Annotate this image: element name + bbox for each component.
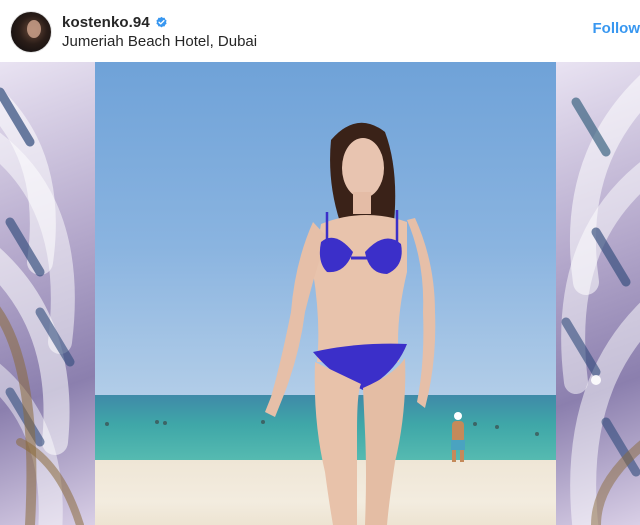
avatar[interactable] bbox=[10, 11, 52, 53]
main-person bbox=[265, 122, 436, 525]
photo-subjects bbox=[105, 122, 539, 525]
media-blur-right bbox=[556, 62, 640, 525]
username-link[interactable]: kostenko.94 bbox=[62, 14, 150, 31]
post-header: kostenko.94 Jumeriah Beach Hotel, Dubai … bbox=[0, 0, 640, 62]
follow-button[interactable]: Follow bbox=[593, 20, 640, 37]
background-person bbox=[451, 412, 465, 462]
username-row: kostenko.94 bbox=[62, 12, 168, 32]
arches-pattern-right bbox=[561, 75, 640, 525]
post-media[interactable] bbox=[0, 62, 640, 525]
post-photo[interactable] bbox=[95, 62, 556, 525]
location-link[interactable]: Jumeriah Beach Hotel, Dubai bbox=[62, 33, 257, 50]
avatar-face bbox=[27, 20, 41, 38]
arches-pattern-left bbox=[0, 87, 84, 525]
media-blur-left bbox=[0, 62, 95, 525]
verified-badge-icon bbox=[156, 16, 167, 27]
